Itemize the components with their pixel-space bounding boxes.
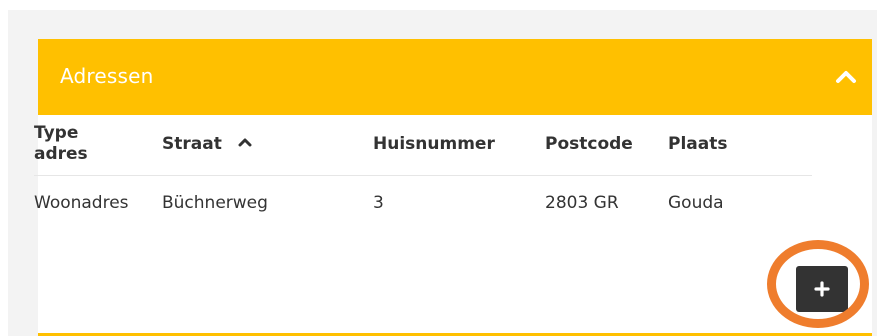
column-header-huisnummer[interactable]: Huisnummer bbox=[373, 113, 545, 176]
cell-huisnummer: 3 bbox=[373, 175, 545, 229]
cell-type-adres: Woonadres bbox=[34, 175, 162, 229]
column-header-label: Huisnummer bbox=[373, 133, 495, 154]
column-header-label: Straat bbox=[162, 133, 222, 154]
table-row[interactable]: Woonadres Büchnerweg 3 2803 GR Gouda bbox=[34, 175, 812, 229]
sort-ascending-icon bbox=[238, 138, 252, 146]
panel-title: Adressen bbox=[60, 64, 154, 88]
column-header-label: Type adres bbox=[34, 123, 88, 164]
column-header-postcode[interactable]: Postcode bbox=[545, 113, 668, 176]
column-header-label: Postcode bbox=[545, 133, 633, 154]
chevron-up-icon bbox=[836, 71, 856, 83]
cell-postcode: 2803 GR bbox=[545, 175, 668, 229]
column-header-type-adres[interactable]: Type adres bbox=[34, 113, 162, 176]
plus-icon bbox=[814, 281, 830, 297]
column-header-label: Plaats bbox=[668, 133, 728, 154]
addresses-table: Type adres Straat Huisnummer Postcode Pl… bbox=[34, 113, 812, 229]
column-header-plaats[interactable]: Plaats bbox=[668, 113, 812, 176]
cell-straat: Büchnerweg bbox=[162, 175, 373, 229]
collapse-button[interactable] bbox=[834, 65, 858, 89]
column-header-straat[interactable]: Straat bbox=[162, 113, 373, 176]
add-address-button[interactable] bbox=[796, 266, 848, 312]
cell-plaats: Gouda bbox=[668, 175, 812, 229]
panel-header[interactable]: Adressen bbox=[38, 39, 872, 115]
table-header-row: Type adres Straat Huisnummer Postcode Pl… bbox=[34, 113, 812, 176]
